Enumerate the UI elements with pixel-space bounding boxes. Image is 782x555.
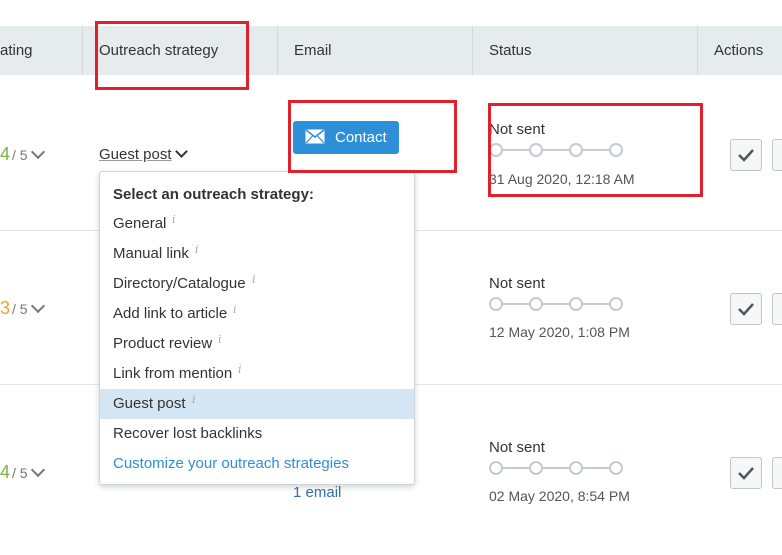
dropdown-item-label: Recover lost backlinks xyxy=(113,425,263,442)
dropdown-item[interactable]: Guest post i xyxy=(100,389,414,419)
info-icon[interactable]: i xyxy=(192,385,196,415)
dropdown-item[interactable]: Add link to article i xyxy=(100,299,414,329)
outreach-strategy-select[interactable]: Guest post xyxy=(99,145,188,163)
info-icon[interactable]: i xyxy=(238,355,242,385)
rating-row-1[interactable]: 4/ 5 xyxy=(0,144,45,165)
checkmark-icon xyxy=(738,149,754,162)
dropdown-item[interactable]: Manual link i xyxy=(100,239,414,269)
header-rating[interactable]: ating xyxy=(0,26,33,75)
highlight-box xyxy=(95,21,249,90)
more-actions-button[interactable] xyxy=(772,457,782,489)
dropdown-item[interactable]: Directory/Catalogue i xyxy=(100,269,414,299)
highlight-box xyxy=(288,100,457,173)
outreach-strategy-dropdown: Select an outreach strategy: General i Man… xyxy=(99,171,415,485)
customize-strategies-link[interactable]: Customize your outreach strategies xyxy=(113,455,349,472)
approve-button[interactable] xyxy=(730,457,762,489)
rating-value: 4 xyxy=(0,462,11,482)
more-actions-button[interactable] xyxy=(772,293,782,325)
strategy-selected-value: Guest post xyxy=(99,146,172,163)
status-text: Not sent xyxy=(489,439,545,456)
header-separator xyxy=(472,26,473,75)
chevron-down-icon[interactable] xyxy=(30,144,45,160)
info-icon[interactable]: i xyxy=(195,235,199,265)
approve-button[interactable] xyxy=(730,293,762,325)
status-date: 02 May 2020, 8:54 PM xyxy=(489,488,630,504)
more-actions-button[interactable] xyxy=(772,139,782,171)
info-icon[interactable]: i xyxy=(218,325,222,355)
status-date: 12 May 2020, 1:08 PM xyxy=(489,324,630,340)
dropdown-item[interactable]: General i xyxy=(100,209,414,239)
rating-value: 3 xyxy=(0,298,11,318)
approve-button[interactable] xyxy=(730,139,762,171)
rating-max: / 5 xyxy=(12,147,28,163)
status-progress xyxy=(489,461,623,475)
rating-max: / 5 xyxy=(12,465,28,481)
dropdown-item[interactable]: Link from mention i xyxy=(100,359,414,389)
header-status[interactable]: Status xyxy=(489,26,532,75)
header-separator xyxy=(82,26,83,75)
dropdown-title: Select an outreach strategy: xyxy=(113,186,314,203)
chevron-down-icon[interactable] xyxy=(30,298,45,314)
header-actions: Actions xyxy=(714,42,764,59)
status-text: Not sent xyxy=(489,275,545,292)
checkmark-icon xyxy=(738,467,754,480)
dropdown-item-label: General xyxy=(113,215,167,232)
status-progress xyxy=(489,297,623,311)
checkmark-icon xyxy=(738,303,754,316)
dropdown-item-label: Link from mention xyxy=(113,365,233,382)
header-email[interactable]: Email xyxy=(294,26,332,75)
info-icon[interactable]: i xyxy=(172,205,176,235)
chevron-down-icon xyxy=(174,145,188,158)
rating-max: / 5 xyxy=(12,301,28,317)
info-icon[interactable]: i xyxy=(233,295,237,325)
dropdown-item-label: Guest post xyxy=(113,395,186,412)
rating-value: 4 xyxy=(0,144,11,164)
email-link[interactable]: 1 email xyxy=(293,484,341,501)
chevron-down-icon[interactable] xyxy=(30,462,45,478)
dropdown-item-label: Add link to article xyxy=(113,305,228,322)
dropdown-item-label: Product review xyxy=(113,335,213,352)
dropdown-item[interactable]: Product review i xyxy=(100,329,414,359)
info-icon[interactable]: i xyxy=(252,265,256,295)
dropdown-item-label: Directory/Catalogue xyxy=(113,275,246,292)
rating-row-2[interactable]: 3/ 5 xyxy=(0,298,45,319)
rating-row-3[interactable]: 4/ 5 xyxy=(0,462,45,483)
highlight-box xyxy=(488,103,703,197)
dropdown-item[interactable]: Recover lost backlinks xyxy=(100,419,414,449)
header-separator xyxy=(697,26,698,75)
header-separator xyxy=(277,26,278,75)
dropdown-item-label: Manual link xyxy=(113,245,189,262)
